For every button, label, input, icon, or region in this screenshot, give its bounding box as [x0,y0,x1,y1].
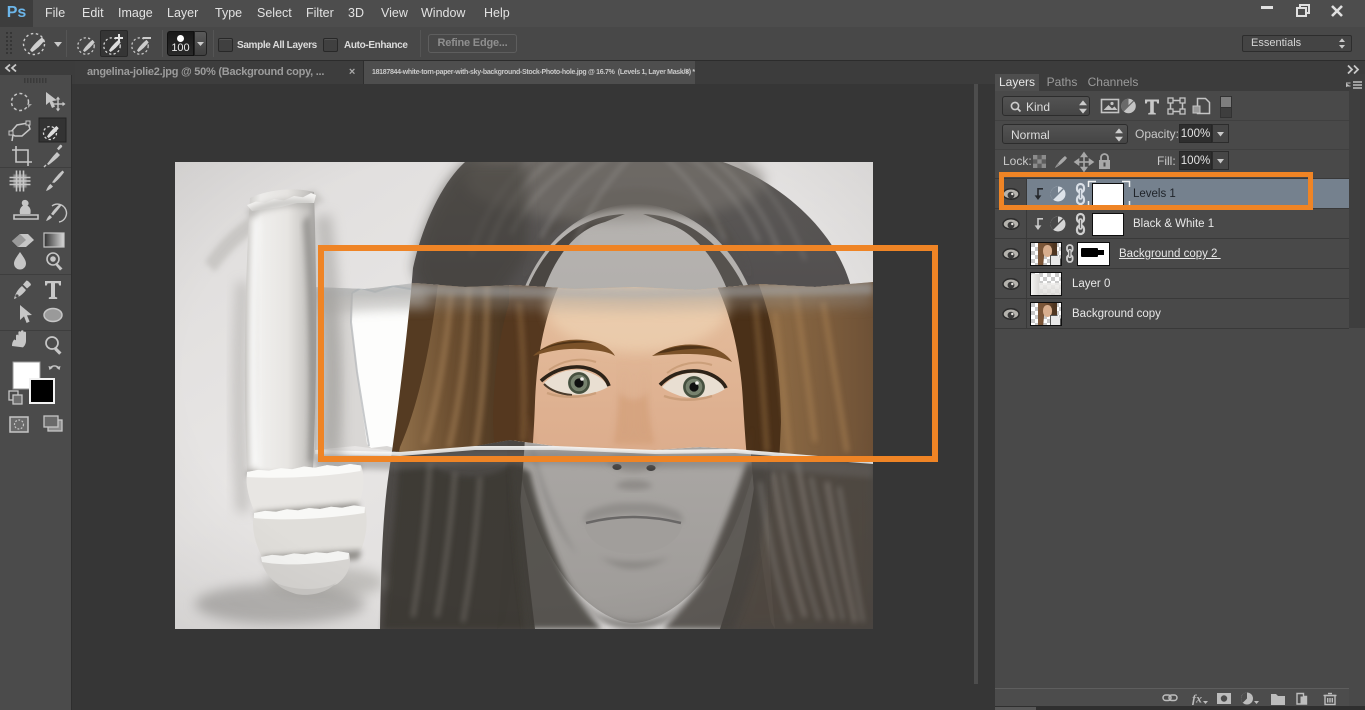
svg-text:fx: fx [1192,692,1202,706]
